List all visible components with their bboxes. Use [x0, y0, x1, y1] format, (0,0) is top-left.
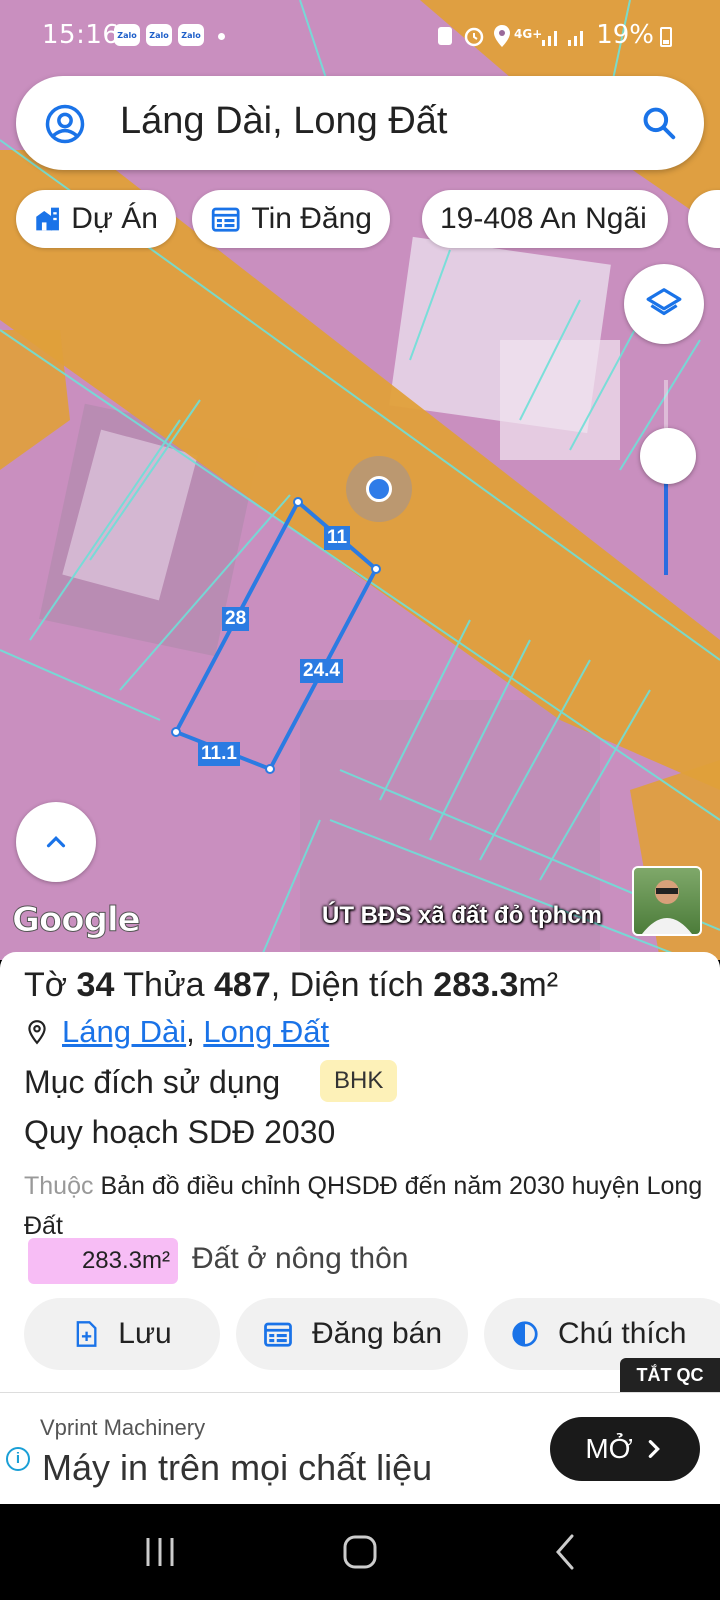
layers-button[interactable]	[624, 264, 704, 344]
plan-land-type: Đất ở nông thôn	[192, 1242, 409, 1275]
location-pin-icon	[28, 1020, 46, 1045]
chip-parcel-code[interactable]: 19-408 An Ngãi	[422, 190, 668, 248]
ad-open-button[interactable]: MỞ	[550, 1417, 700, 1481]
zalo-icon: Zalo	[178, 24, 204, 46]
status-bar: 15:16 Zalo Zalo Zalo 4G+ 19%	[0, 0, 720, 72]
chevron-right-icon	[648, 1440, 660, 1458]
building-icon	[36, 207, 59, 231]
save-button[interactable]: Lưu	[24, 1298, 220, 1370]
my-location-marker	[366, 476, 392, 502]
edge-length-label: 24.4	[300, 659, 343, 683]
listing-icon	[264, 1322, 292, 1347]
ad-off-button[interactable]: TẮT QC	[620, 1358, 720, 1392]
edge-length-label: 11	[324, 526, 351, 550]
chip-label: Tin Đăng	[251, 202, 372, 235]
zalo-icon: Zalo	[114, 24, 140, 46]
location-pin-icon	[494, 25, 510, 47]
bookmark-add-icon	[76, 1321, 97, 1347]
plan-description: Thuộc Bản đồ điều chỉnh QHSDĐ đến năm 20…	[24, 1172, 703, 1240]
signal-icon	[542, 31, 557, 46]
signal-icon	[568, 31, 583, 46]
location-link-district[interactable]: Long Đất	[203, 1014, 329, 1050]
parcel-title: Tờ 34 Thửa 487, Diện tích 283.3m²	[24, 966, 559, 1004]
search-icon[interactable]	[640, 104, 678, 142]
parcel-location: Láng Dài, Long Đất	[24, 1014, 329, 1050]
expand-up-button[interactable]	[16, 802, 96, 882]
chip-label: 19-408 An Ngãi	[440, 202, 647, 235]
zalo-icon: Zalo	[146, 24, 172, 46]
status-time: 15:16	[42, 20, 120, 50]
back-icon[interactable]	[546, 1532, 586, 1572]
watermark-text: ÚT BĐS xã đất đỏ tphcm	[322, 902, 603, 929]
chevron-up-icon	[46, 836, 66, 848]
google-logo: Google	[12, 900, 142, 941]
home-icon[interactable]	[340, 1532, 380, 1572]
location-link-commune[interactable]: Láng Dài	[62, 1014, 186, 1050]
layers-icon	[646, 288, 682, 316]
battery-icon	[660, 27, 672, 47]
post-sale-button[interactable]: Đăng bán	[236, 1298, 468, 1370]
ad-headline[interactable]: Máy in trên mọi chất liệu	[42, 1447, 432, 1489]
system-nav-bar	[0, 1504, 720, 1600]
land-use-purpose-label: Mục đích sử dụng	[24, 1064, 281, 1100]
land-use-badge: BHK	[320, 1060, 398, 1102]
plan-title: Quy hoạch SDĐ 2030	[24, 1114, 336, 1150]
plan-area-swatch: 283.3m²	[28, 1238, 178, 1284]
edge-length-label: 11.1	[198, 742, 240, 766]
avatar	[632, 866, 702, 936]
search-query[interactable]: Láng Dài, Long Đất	[120, 100, 447, 143]
parcel-info-sheet: Tờ 34 Thửa 487, Diện tích 283.3m² Láng D…	[0, 952, 720, 1392]
recent-apps-icon[interactable]	[140, 1532, 180, 1572]
chip-tin-dang[interactable]: Tin Đăng	[192, 190, 390, 248]
account-icon[interactable]	[44, 103, 86, 145]
edge-length-label: 28	[222, 607, 250, 631]
opacity-slider-knob[interactable]	[640, 428, 696, 484]
alarm-icon	[464, 27, 484, 47]
ad-info-icon[interactable]: i	[6, 1447, 30, 1471]
battery-percent: 19%	[596, 20, 654, 50]
contrast-icon	[512, 1321, 538, 1347]
notification-dot	[218, 33, 225, 40]
network-type: 4G+	[514, 27, 543, 41]
ad-advertiser: Vprint Machinery	[40, 1415, 206, 1440]
chip-label: Dự Án	[71, 202, 158, 235]
chip-du-an[interactable]: Dự Án	[16, 190, 176, 248]
search-bar[interactable]: Láng Dài, Long Đất	[16, 76, 704, 170]
ad-banner[interactable]: i Vprint Machinery Máy in trên mọi chất …	[0, 1392, 720, 1504]
clipboard-icon	[438, 27, 452, 45]
listing-icon	[211, 207, 240, 232]
